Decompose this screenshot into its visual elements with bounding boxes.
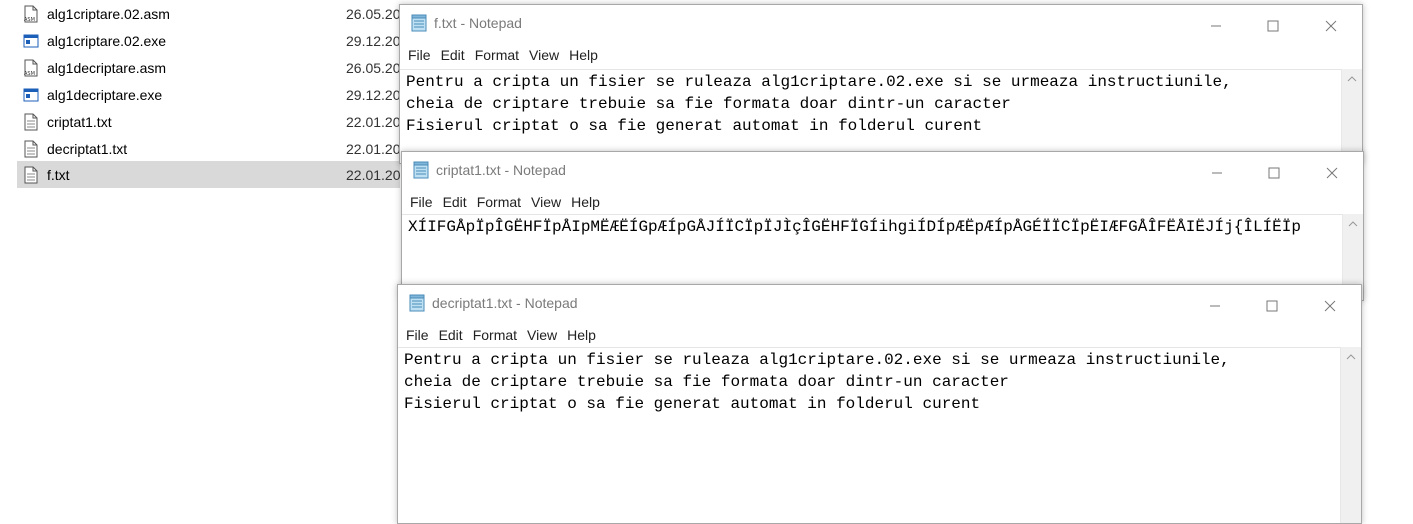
scroll-up-icon[interactable] bbox=[1342, 69, 1362, 89]
text-editor[interactable]: Pentru a cripta un fisier se ruleaza alg… bbox=[398, 347, 1340, 523]
menu-view[interactable]: View bbox=[524, 323, 564, 347]
title-bar[interactable]: criptat1.txt - Notepad bbox=[402, 152, 1363, 190]
file-date: 22.01.20 bbox=[346, 140, 400, 157]
menu-bar: File Edit Format View Help bbox=[402, 190, 1363, 214]
file-date: 26.05.20 bbox=[346, 59, 400, 76]
window-title: criptat1.txt - Notepad bbox=[436, 162, 566, 178]
minimize-button[interactable] bbox=[1192, 292, 1238, 320]
menu-help[interactable]: Help bbox=[568, 190, 607, 214]
menu-bar: File Edit Format View Help bbox=[398, 323, 1361, 347]
file-row-decriptat1-txt[interactable]: decriptat1.txt 22.01.20 bbox=[17, 135, 400, 162]
close-button[interactable] bbox=[1308, 12, 1354, 40]
svg-text:ASM: ASM bbox=[24, 71, 35, 77]
svg-text:ASM: ASM bbox=[24, 17, 35, 23]
maximize-button[interactable] bbox=[1250, 12, 1296, 40]
file-name: alg1criptare.02.exe bbox=[47, 32, 167, 49]
minimize-icon bbox=[1212, 172, 1222, 174]
scroll-up-icon[interactable] bbox=[1343, 214, 1363, 234]
vertical-scrollbar[interactable] bbox=[1341, 69, 1362, 163]
file-date: 22.01.20 bbox=[346, 113, 400, 130]
minimize-icon bbox=[1210, 305, 1220, 307]
minimize-icon bbox=[1211, 25, 1221, 27]
file-name: alg1criptare.02.asm bbox=[47, 5, 170, 22]
text-file-icon bbox=[23, 113, 39, 131]
file-row-f-txt[interactable]: f.txt 22.01.20 bbox=[17, 161, 400, 188]
menu-file[interactable]: File bbox=[405, 43, 438, 67]
file-name: alg1decriptare.exe bbox=[47, 86, 163, 103]
close-button[interactable] bbox=[1307, 292, 1353, 320]
menu-format[interactable]: Format bbox=[470, 323, 524, 347]
maximize-button[interactable] bbox=[1249, 292, 1295, 320]
maximize-icon bbox=[1266, 300, 1278, 312]
maximize-icon bbox=[1268, 167, 1280, 179]
file-row-alg1criptare-exe[interactable]: alg1criptare.02.exe 29.12.20 bbox=[17, 27, 400, 54]
file-date: 26.05.20 bbox=[346, 5, 400, 22]
file-name: f.txt bbox=[47, 166, 70, 183]
title-bar[interactable]: decriptat1.txt - Notepad bbox=[398, 285, 1361, 323]
minimize-button[interactable] bbox=[1193, 12, 1239, 40]
menu-format[interactable]: Format bbox=[472, 43, 526, 67]
file-row-alg1criptare-asm[interactable]: ASM alg1criptare.02.asm 26.05.20 bbox=[17, 0, 400, 27]
maximize-icon bbox=[1267, 20, 1279, 32]
asm-file-icon: ASM bbox=[23, 59, 39, 77]
text-file-icon bbox=[23, 166, 39, 184]
file-row-criptat1-txt[interactable]: criptat1.txt 22.01.20 bbox=[17, 108, 400, 135]
file-explorer-list: ASM alg1criptare.02.asm 26.05.20 alg1cri… bbox=[0, 0, 400, 512]
scroll-up-icon[interactable] bbox=[1341, 347, 1361, 367]
menu-bar: File Edit Format View Help bbox=[400, 43, 1362, 67]
menu-format[interactable]: Format bbox=[474, 190, 528, 214]
menu-edit[interactable]: Edit bbox=[440, 190, 474, 214]
close-button[interactable] bbox=[1309, 159, 1355, 187]
vertical-scrollbar[interactable] bbox=[1340, 347, 1361, 523]
menu-help[interactable]: Help bbox=[566, 43, 605, 67]
text-file-icon bbox=[23, 140, 39, 158]
notepad-window-f-txt[interactable]: f.txt - Notepad File Edit Format View He… bbox=[399, 4, 1363, 164]
maximize-button[interactable] bbox=[1251, 159, 1297, 187]
asm-file-icon: ASM bbox=[23, 5, 39, 23]
window-title: decriptat1.txt - Notepad bbox=[432, 295, 578, 311]
minimize-button[interactable] bbox=[1194, 159, 1240, 187]
close-icon bbox=[1325, 20, 1337, 32]
notepad-icon bbox=[408, 294, 426, 312]
file-date: 22.01.20 bbox=[346, 166, 400, 183]
file-row-alg1decriptare-asm[interactable]: ASM alg1decriptare.asm 26.05.20 bbox=[17, 54, 400, 81]
text-editor[interactable]: Pentru a cripta un fisier se ruleaza alg… bbox=[400, 69, 1341, 163]
window-title: f.txt - Notepad bbox=[434, 15, 522, 31]
menu-view[interactable]: View bbox=[528, 190, 568, 214]
title-bar[interactable]: f.txt - Notepad bbox=[400, 5, 1362, 43]
menu-edit[interactable]: Edit bbox=[438, 43, 472, 67]
notepad-icon bbox=[412, 161, 430, 179]
menu-file[interactable]: File bbox=[403, 323, 436, 347]
file-date: 29.12.20 bbox=[346, 86, 400, 103]
menu-edit[interactable]: Edit bbox=[436, 323, 470, 347]
menu-view[interactable]: View bbox=[526, 43, 566, 67]
menu-help[interactable]: Help bbox=[564, 323, 603, 347]
notepad-icon bbox=[410, 14, 428, 32]
menu-file[interactable]: File bbox=[407, 190, 440, 214]
file-name: decriptat1.txt bbox=[47, 140, 128, 157]
close-icon bbox=[1326, 167, 1338, 179]
notepad-window-criptat1-txt[interactable]: criptat1.txt - Notepad File Edit Format … bbox=[401, 151, 1364, 301]
file-name: criptat1.txt bbox=[47, 113, 112, 130]
file-date: 29.12.20 bbox=[346, 32, 400, 49]
file-row-alg1decriptare-exe[interactable]: alg1decriptare.exe 29.12.20 bbox=[17, 81, 400, 108]
close-icon bbox=[1324, 300, 1336, 312]
notepad-window-decriptat1-txt[interactable]: decriptat1.txt - Notepad File Edit Forma… bbox=[397, 284, 1362, 524]
file-name: alg1decriptare.asm bbox=[47, 59, 167, 76]
exe-file-icon bbox=[23, 32, 39, 50]
exe-file-icon bbox=[23, 86, 39, 104]
